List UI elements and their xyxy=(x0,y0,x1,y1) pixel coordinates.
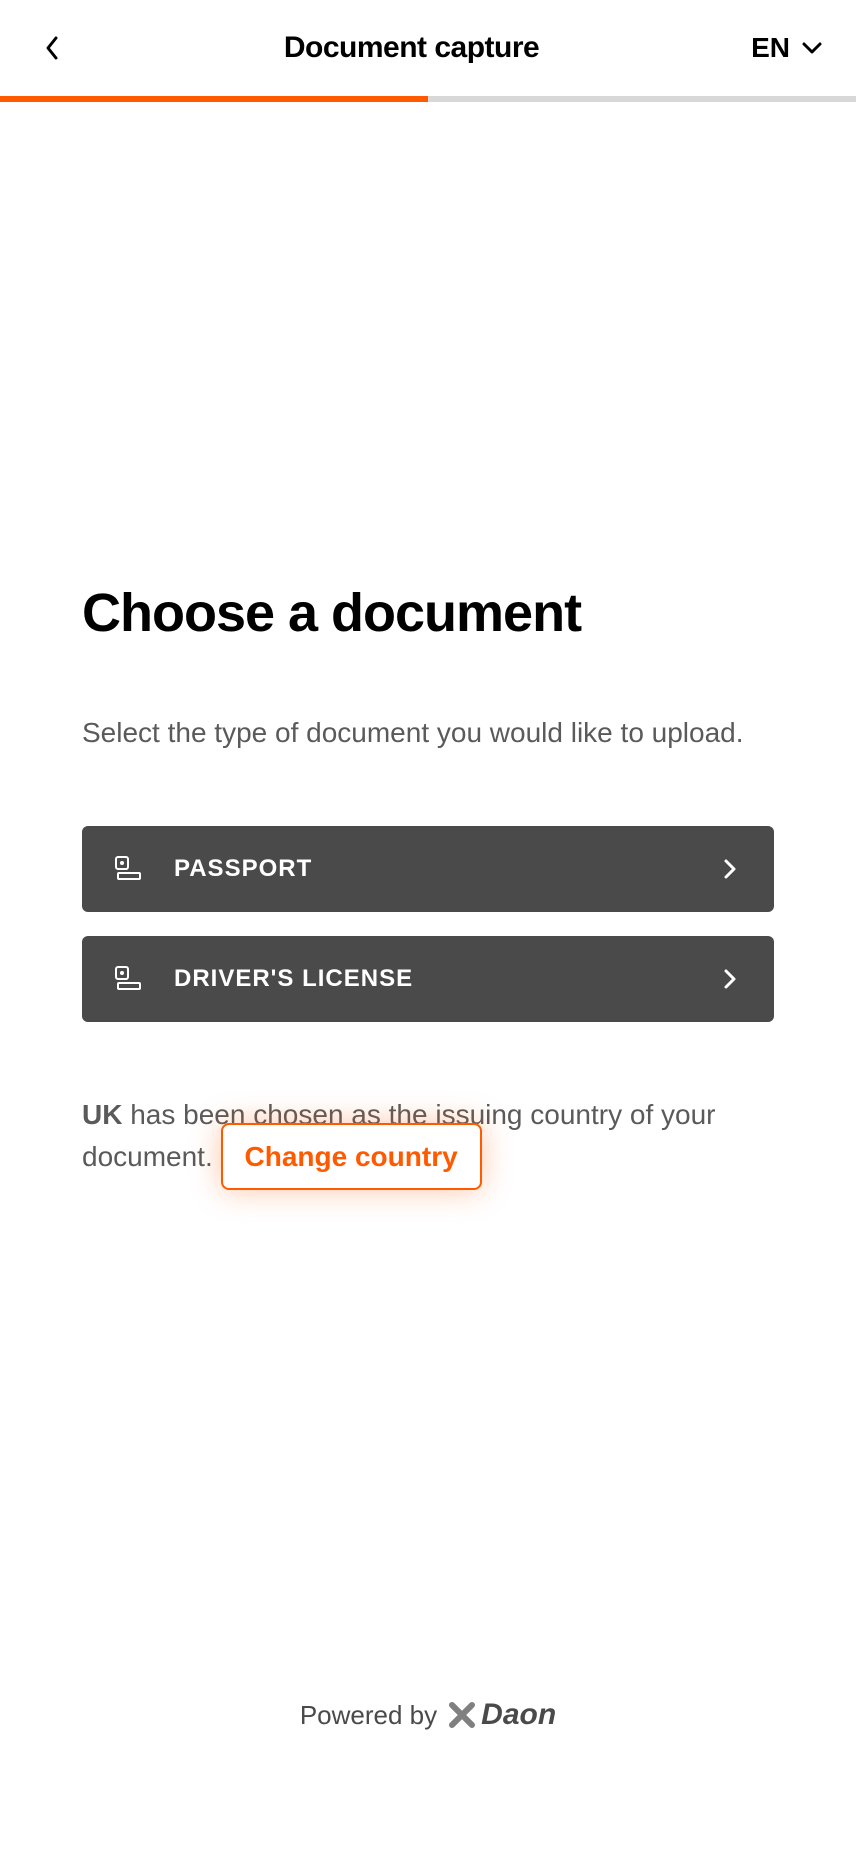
country-selected: UK xyxy=(82,1099,122,1130)
document-option-passport[interactable]: PASSPORT xyxy=(82,826,774,912)
id-card-icon xyxy=(114,964,144,994)
language-label: EN xyxy=(751,32,790,64)
footer: Powered by Daon xyxy=(0,1658,856,1852)
chevron-right-icon xyxy=(718,967,742,991)
chevron-right-icon xyxy=(718,857,742,881)
progress-fill xyxy=(0,96,428,102)
page-subtitle: Select the type of document you would li… xyxy=(82,712,774,754)
document-option-label: PASSPORT xyxy=(174,855,718,883)
brand-name: Daon xyxy=(481,1698,556,1732)
country-info: UK has been chosen as the issuing countr… xyxy=(82,1094,774,1178)
chevron-down-icon xyxy=(800,40,824,56)
change-country-link[interactable]: Change country xyxy=(221,1123,482,1190)
x-icon xyxy=(447,1700,477,1730)
page-title: Choose a document xyxy=(82,582,774,644)
document-option-label: DRIVER'S LICENSE xyxy=(174,965,718,993)
page-header-title: Document capture xyxy=(284,31,539,65)
progress-bar xyxy=(0,96,856,102)
chevron-left-icon xyxy=(44,34,60,62)
powered-by-label: Powered by xyxy=(300,1700,437,1731)
back-button[interactable] xyxy=(32,28,72,68)
id-card-icon xyxy=(114,854,144,884)
brand-logo: Daon xyxy=(447,1698,556,1732)
language-selector[interactable]: EN xyxy=(751,32,824,64)
document-option-drivers-license[interactable]: DRIVER'S LICENSE xyxy=(82,936,774,1022)
